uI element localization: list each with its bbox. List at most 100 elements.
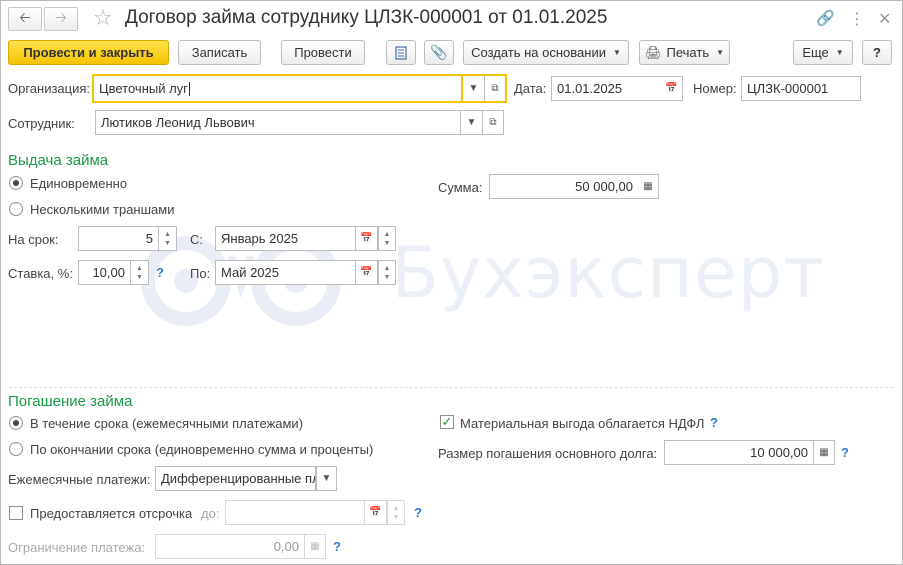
- number-field[interactable]: ЦЛЗК-000001: [741, 76, 861, 101]
- create-based-on-button[interactable]: Создать на основании ▼: [463, 40, 629, 65]
- rate-field[interactable]: 10,00: [78, 260, 131, 285]
- favorite-star-icon[interactable]: ☆: [93, 5, 113, 31]
- deferral-help-icon[interactable]: ?: [414, 505, 422, 520]
- calculator-icon: ▦: [819, 447, 829, 458]
- benefit-help-icon[interactable]: ?: [710, 415, 718, 430]
- monthly-payments-label: Ежемесячные платежи:: [8, 472, 151, 487]
- calculator-icon: ▦: [310, 541, 320, 552]
- stepper-down-icon: ▼: [383, 273, 391, 281]
- help-button[interactable]: ?: [862, 40, 892, 65]
- monthly-payments-select[interactable]: Дифференцированные пл: [155, 466, 316, 491]
- stepper-down-icon: ▼: [392, 513, 400, 521]
- issue-once-label[interactable]: Единовременно: [30, 176, 127, 191]
- date-label: Дата:: [514, 81, 547, 96]
- deferral-calendar-button[interactable]: 📅: [365, 500, 387, 525]
- post-button[interactable]: Провести: [281, 40, 365, 65]
- benefit-checkbox[interactable]: ✓: [440, 415, 454, 429]
- benefit-label[interactable]: Материальная выгода облагается НДФЛ: [460, 416, 704, 431]
- radio-issue-once[interactable]: [9, 176, 23, 190]
- radio-repay-monthly[interactable]: [9, 416, 23, 430]
- section-divider: [9, 387, 893, 388]
- number-label: Номер:: [693, 81, 737, 96]
- calculator-icon: ▦: [643, 181, 653, 192]
- organization-dropdown-button[interactable]: ▼: [463, 74, 485, 103]
- amount-label: Сумма:: [438, 180, 483, 195]
- text-cursor: [188, 81, 190, 96]
- deferral-date-field[interactable]: [225, 500, 365, 525]
- organization-field[interactable]: Цветочный луг: [92, 74, 463, 103]
- report-button[interactable]: [386, 40, 416, 65]
- from-stepper[interactable]: ▲ ▼: [378, 226, 396, 251]
- term-field[interactable]: 5: [78, 226, 159, 251]
- principal-help-icon[interactable]: ?: [841, 445, 849, 460]
- close-icon[interactable]: ✕: [878, 9, 891, 29]
- rate-help-icon[interactable]: ?: [156, 265, 164, 280]
- more-menu-icon[interactable]: ⋮: [849, 9, 865, 29]
- date-field[interactable]: 01.01.2025: [551, 76, 662, 101]
- payment-limit-help-icon[interactable]: ?: [333, 539, 341, 554]
- date-calendar-button[interactable]: 📅: [661, 76, 683, 101]
- term-label: На срок:: [8, 232, 59, 247]
- to-field[interactable]: Май 2025: [215, 260, 356, 285]
- paperclip-icon: 📎: [430, 44, 448, 60]
- stepper-up-icon: ▲: [164, 230, 171, 238]
- to-label: По:: [190, 266, 211, 281]
- repay-end-label[interactable]: По окончании срока (единовременно сумма …: [30, 442, 373, 457]
- from-calendar-button[interactable]: 📅: [356, 226, 378, 251]
- from-field[interactable]: Январь 2025: [215, 226, 356, 251]
- to-calendar-button[interactable]: 📅: [356, 260, 378, 285]
- back-button[interactable]: 🡠: [8, 7, 42, 31]
- forward-button[interactable]: 🡢: [44, 7, 78, 31]
- term-stepper[interactable]: ▲ ▼: [159, 226, 177, 251]
- employee-open-button[interactable]: ⧉: [483, 110, 504, 135]
- calendar-icon: 📅: [369, 507, 382, 518]
- document-list-icon: [395, 45, 407, 60]
- deferral-stepper[interactable]: ▲ ▼: [387, 500, 405, 525]
- employee-dropdown-button[interactable]: ▼: [461, 110, 483, 135]
- payment-limit-field[interactable]: 0,00: [155, 534, 305, 559]
- document-window: 🡠 🡢 ☆ Договор займа сотруднику ЦЛЗК-0000…: [0, 0, 903, 565]
- watermark-text: Бухэксперт: [391, 232, 826, 314]
- print-label: Печать: [666, 45, 710, 60]
- radio-issue-tranches[interactable]: [9, 202, 23, 216]
- organization-open-button[interactable]: ⧉: [485, 74, 507, 103]
- principal-label: Размер погашения основного долга:: [438, 446, 658, 461]
- employee-field[interactable]: Лютиков Леонид Львович: [95, 110, 461, 135]
- deferral-to-label: до:: [201, 506, 220, 521]
- rate-stepper[interactable]: ▲ ▼: [131, 260, 149, 285]
- payment-limit-calculator-button[interactable]: ▦: [305, 534, 326, 559]
- arrow-left-icon: 🡠: [19, 9, 31, 25]
- issue-section-title: Выдача займа: [8, 152, 109, 169]
- more-button[interactable]: Еще ▼: [793, 40, 853, 65]
- deferral-label[interactable]: Предоставляется отсрочка: [30, 506, 192, 521]
- chevron-down-icon: ▼: [835, 48, 844, 57]
- radio-repay-end[interactable]: [9, 442, 23, 456]
- chevron-down-icon: ▼: [612, 48, 621, 57]
- organization-label: Организация:: [8, 81, 91, 96]
- issue-tranches-label[interactable]: Несколькими траншами: [30, 202, 174, 217]
- payment-limit-label: Ограничение платежа:: [8, 540, 146, 555]
- to-stepper[interactable]: ▲ ▼: [378, 260, 396, 285]
- organization-value: Цветочный луг: [99, 81, 188, 96]
- printer-icon: 🖨: [644, 44, 662, 60]
- checkmark-icon: ✓: [441, 414, 453, 429]
- stepper-up-icon: ▲: [392, 504, 400, 512]
- stepper-down-icon: ▼: [164, 239, 171, 247]
- save-button[interactable]: Записать: [178, 40, 261, 65]
- post-and-close-button[interactable]: Провести и закрыть: [8, 40, 169, 65]
- amount-calculator-button[interactable]: ▦: [638, 174, 659, 199]
- principal-calculator-button[interactable]: ▦: [814, 440, 835, 465]
- open-window-icon: ⧉: [491, 83, 499, 94]
- principal-field[interactable]: 10 000,00: [664, 440, 814, 465]
- stepper-up-icon: ▲: [136, 264, 143, 272]
- link-icon[interactable]: 🔗: [816, 9, 835, 27]
- print-button[interactable]: 🖨 Печать ▼: [639, 40, 730, 65]
- repay-monthly-label[interactable]: В течение срока (ежемесячными платежами): [30, 416, 303, 431]
- monthly-payments-dropdown-button[interactable]: ▼: [316, 466, 337, 491]
- attach-button[interactable]: 📎: [424, 40, 454, 65]
- calendar-icon: 📅: [665, 83, 678, 94]
- amount-field[interactable]: 50 000,00: [489, 174, 639, 199]
- deferral-checkbox[interactable]: [9, 506, 23, 520]
- create-based-on-label: Создать на основании: [471, 45, 606, 60]
- employee-label: Сотрудник:: [8, 116, 75, 131]
